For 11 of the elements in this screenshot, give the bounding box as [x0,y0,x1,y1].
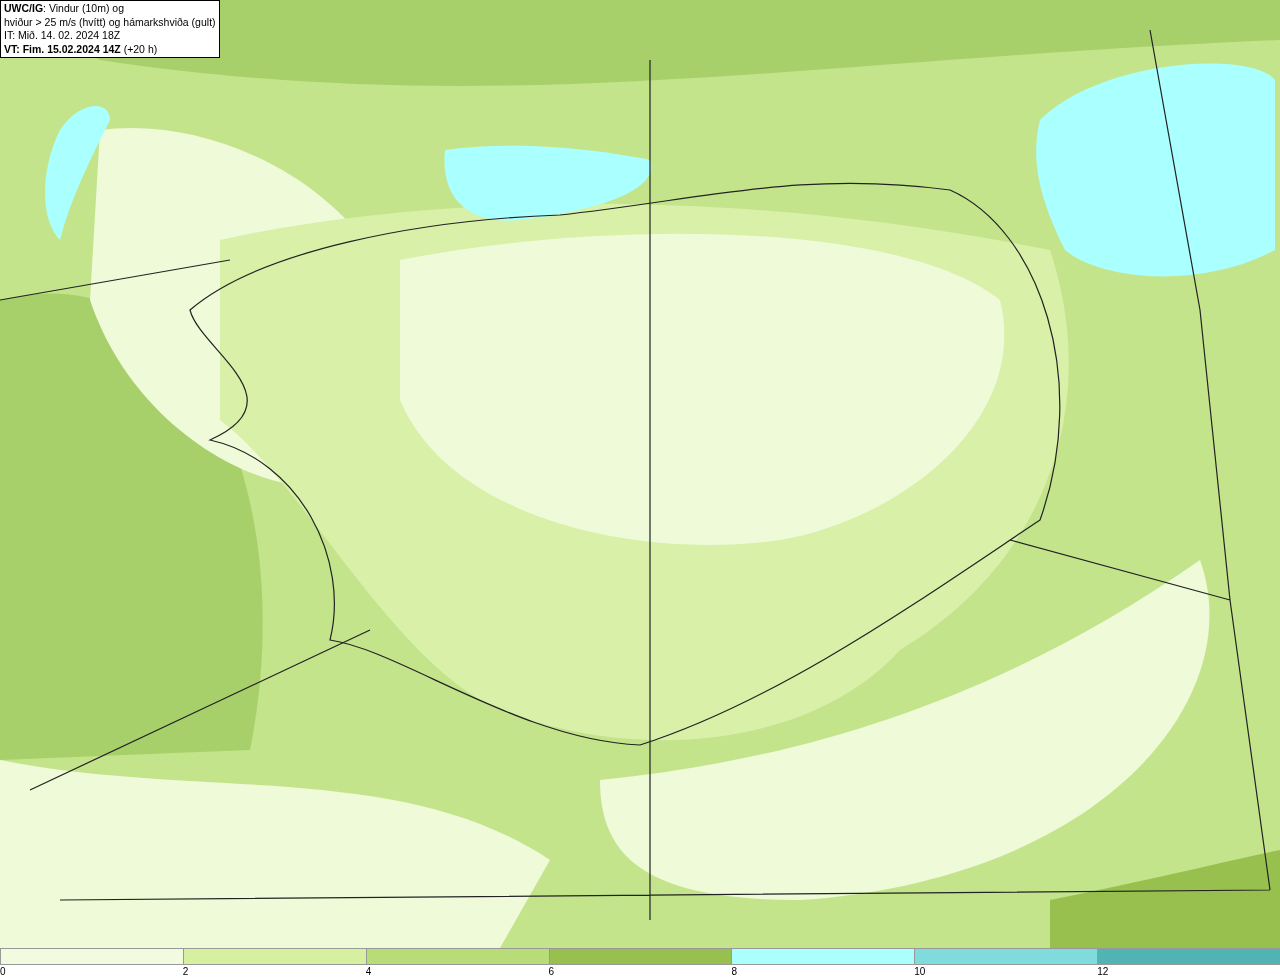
legend-tick-label: 2 [182,966,189,977]
title-line: hviður > 25 m/s (hvítt) og hámarkshviða (gult) [4,15,216,29]
legend-tick-label: 10 [914,966,926,977]
legend-tick-label: 4 [365,966,372,977]
legend-tick-label: 12 [1097,966,1109,977]
title-line: UWC/IG: Vindur (10m) og [4,2,125,16]
legend-tick-label: 8 [731,966,737,977]
title-line: VT: Fim. 15.02.2024 14Z (+20 h) [4,42,159,56]
legend-tick-label: 0 [0,966,6,977]
legend-tick-label: 6 [548,966,555,977]
title-line: IT: Mið. 14. 02. 2024 18Z [4,29,122,43]
